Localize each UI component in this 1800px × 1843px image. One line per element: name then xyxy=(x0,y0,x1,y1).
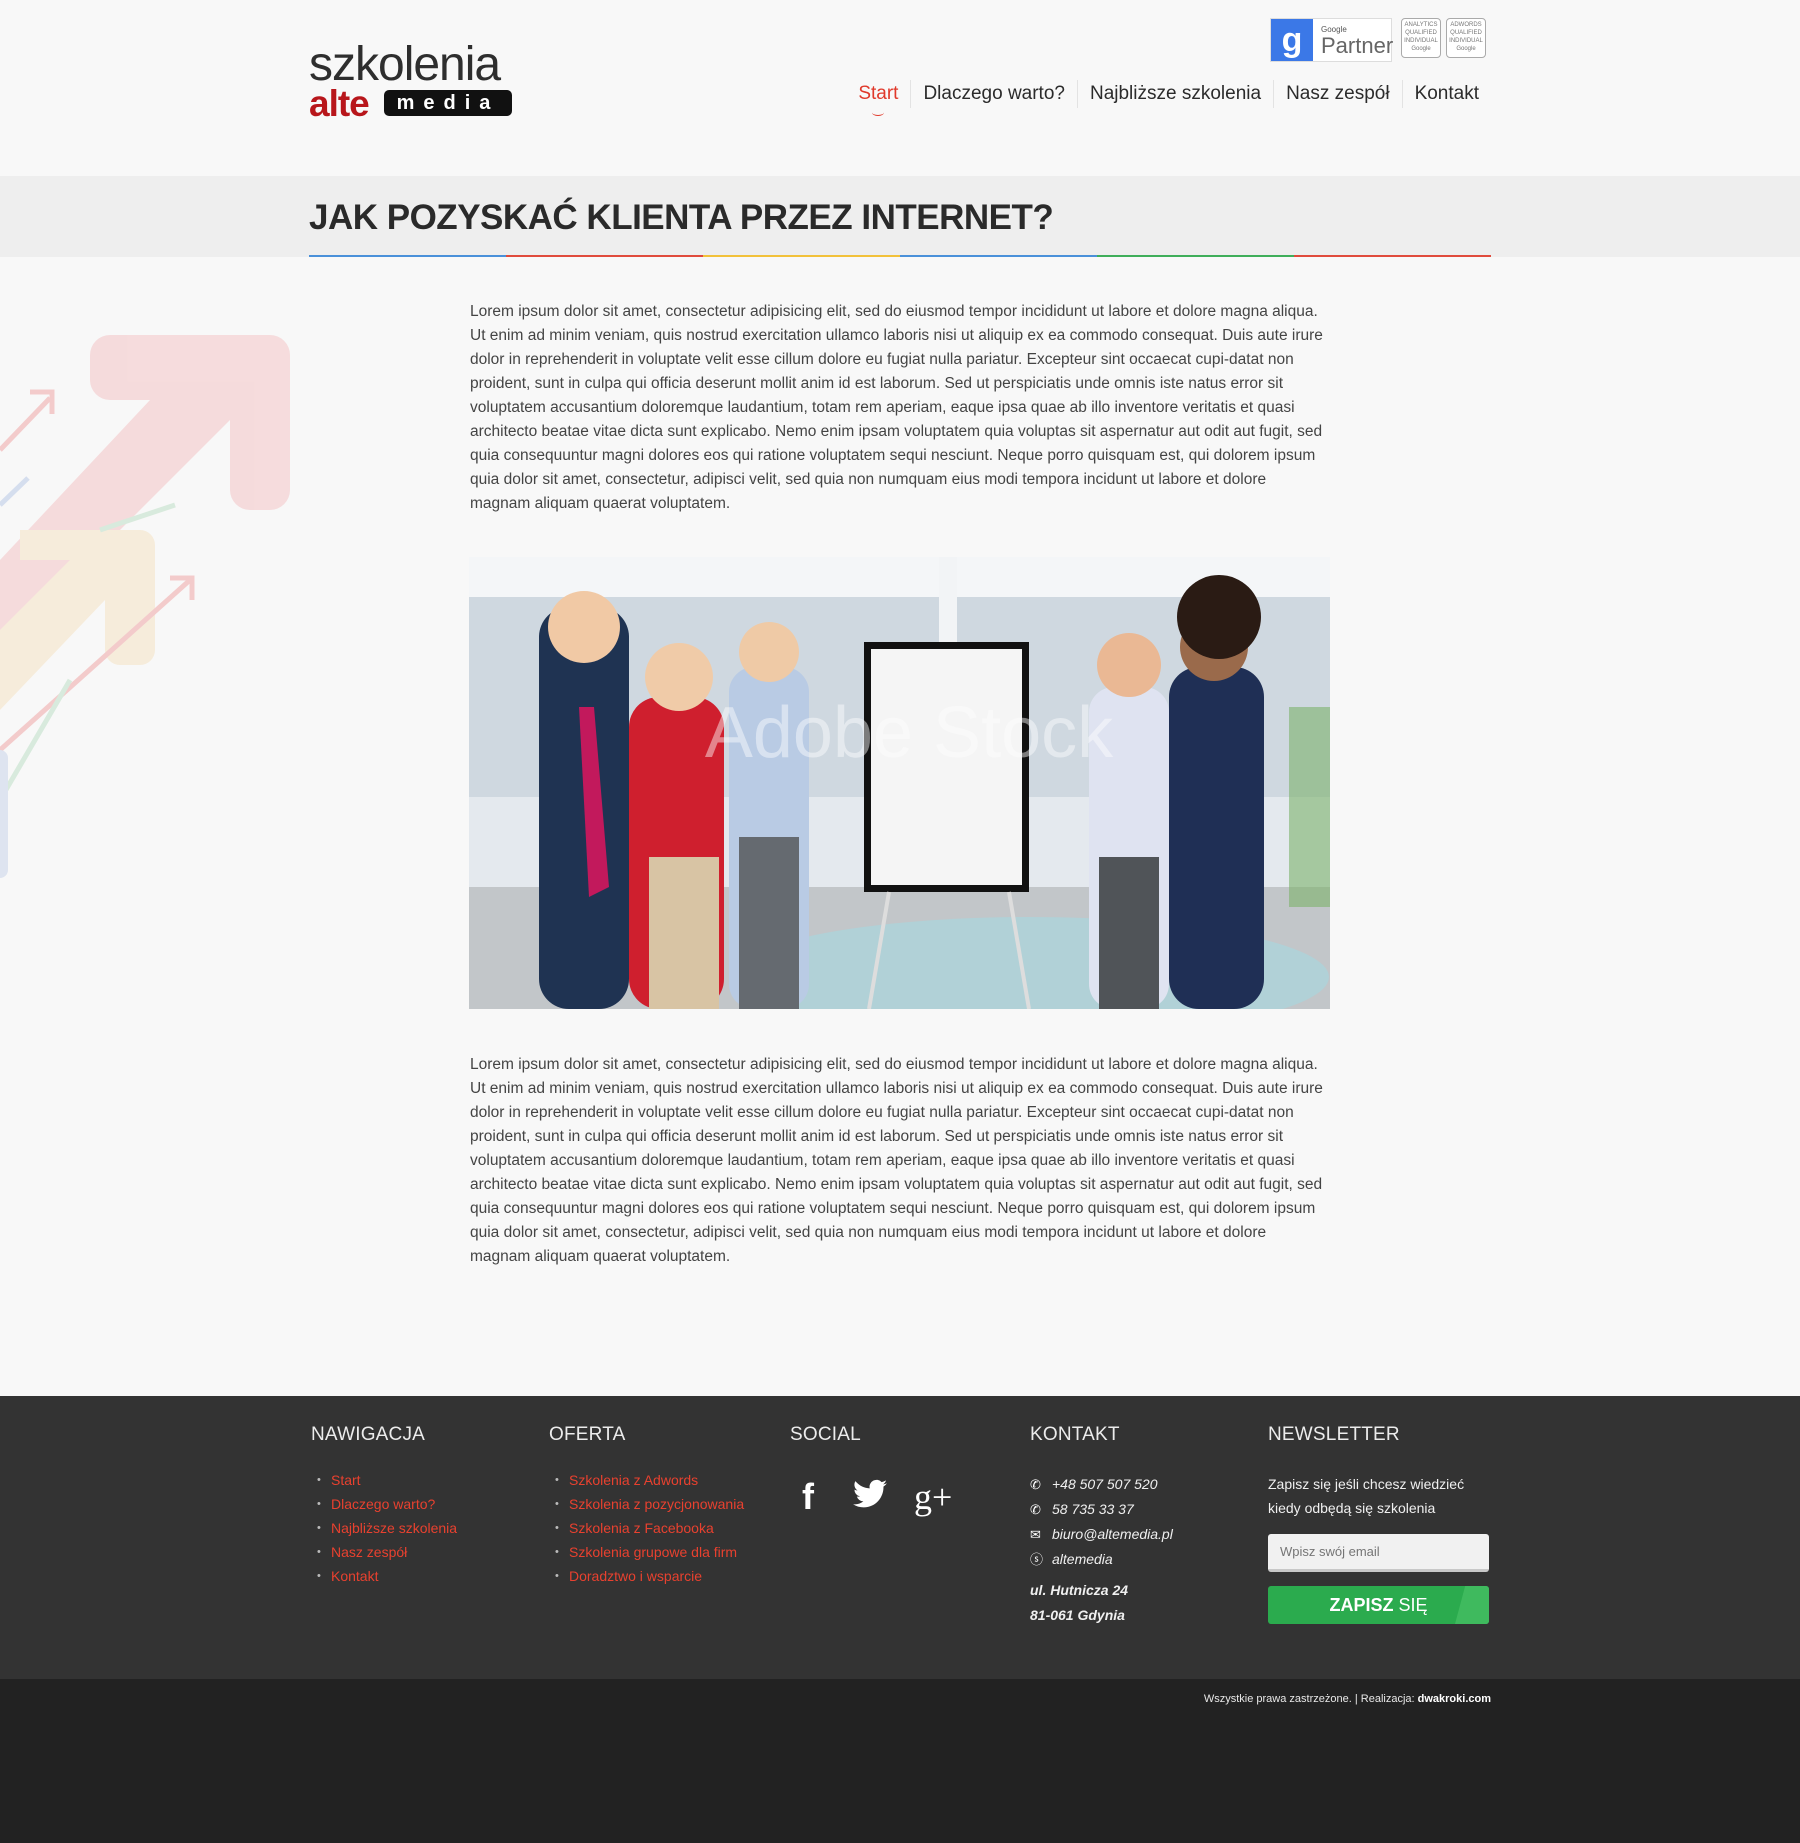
facebook-icon[interactable]: f xyxy=(790,1476,826,1518)
contact-skype[interactable]: ⓢ altemedia xyxy=(1030,1547,1173,1572)
content-paragraph-2: Lorem ipsum dolor sit amet, consectetur … xyxy=(470,1056,1323,1265)
newsletter-description: Zapisz się jeśli chcesz wiedzieć kiedy o… xyxy=(1268,1476,1465,1516)
realization-label: Realizacja: xyxy=(1360,1693,1415,1705)
contact-skype-text: altemedia xyxy=(1052,1551,1113,1567)
page-title: JAK POZYSKAĆ KLIENTA PRZEZ INTERNET? xyxy=(309,198,1054,237)
contact-phone-1[interactable]: ✆ +48 507 507 520 xyxy=(1030,1472,1173,1497)
nav-item-start[interactable]: Start xyxy=(846,80,910,116)
footer-offer-link-doradztwo[interactable]: Doradztwo i wsparcie xyxy=(549,1564,744,1588)
nav-item-nasz-zespol[interactable]: Nasz zespół xyxy=(1273,80,1402,108)
newsletter-email-input[interactable] xyxy=(1268,1534,1489,1572)
address-city: 81-061 Gdynia xyxy=(1030,1607,1125,1623)
article-photo: Adobe Stock xyxy=(469,557,1330,1009)
google-partner-badge[interactable]: g Google Partner xyxy=(1270,18,1394,62)
contact-phone-2-text: 58 735 33 37 xyxy=(1052,1501,1134,1517)
office-team-illustration: Adobe Stock xyxy=(469,557,1330,1009)
footer-offer-link-facebook[interactable]: Szkolenia z Facebooka xyxy=(549,1516,744,1540)
footer-offer-link-grupowe[interactable]: Szkolenia grupowe dla firm xyxy=(549,1540,744,1564)
footer-heading-nawigacja: NAWIGACJA xyxy=(311,1424,426,1445)
phone-icon: ✆ xyxy=(1030,1502,1041,1517)
footer-nav-link-dlaczego-warto[interactable]: Dlaczego warto? xyxy=(311,1492,457,1516)
realization-link[interactable]: dwakroki.com xyxy=(1418,1693,1491,1705)
subscribe-button-label: SIĘ xyxy=(1398,1595,1428,1615)
nav-item-dlaczego-warto[interactable]: Dlaczego warto? xyxy=(910,80,1077,108)
footer-contact-column: KONTAKT ✆ +48 507 507 520 ✆ 58 735 33 37 ✉… xyxy=(1030,1424,1173,1628)
page-title-band: JAK POZYSKAĆ KLIENTA PRZEZ INTERNET? xyxy=(0,176,1800,257)
address-street: ul. Hutnicza 24 xyxy=(1030,1582,1129,1598)
adwords-certificate-badge: ADWORDS QUALIFIED INDIVIDUAL Google xyxy=(1446,18,1486,58)
bottom-bar xyxy=(0,1679,1800,1843)
nav-item-najblizsze-szkolenia[interactable]: Najbliższe szkolenia xyxy=(1076,80,1273,108)
contact-phone-2[interactable]: ✆ 58 735 33 37 xyxy=(1030,1497,1173,1522)
decorative-arrows xyxy=(0,335,290,878)
footer-nav-link-start[interactable]: Start xyxy=(311,1468,457,1492)
phone-icon: ✆ xyxy=(1030,1477,1041,1492)
site-logo[interactable]: szkolenia alte media xyxy=(309,40,512,124)
subscribe-button-bold-label: ZAPISZ xyxy=(1329,1595,1394,1615)
footer-offer-link-adwords[interactable]: Szkolenia z Adwords xyxy=(549,1468,744,1492)
copyright-separator: | xyxy=(1354,1693,1358,1705)
newsletter-subscribe-button[interactable]: ZAPISZ SIĘ xyxy=(1268,1586,1489,1624)
envelope-icon: ✉ xyxy=(1030,1527,1041,1542)
logo-text-media: media xyxy=(384,90,512,116)
footer-navigation-column: NAWIGACJA Start Dlaczego warto? Najbliżs… xyxy=(311,1424,457,1588)
footer-heading-oferta: OFERTA xyxy=(549,1424,626,1445)
analytics-certificate-badge: ANALYTICS QUALIFIED INDIVIDUAL Google xyxy=(1401,18,1441,58)
footer-heading-social: SOCIAL xyxy=(790,1424,861,1445)
google-g-icon: g xyxy=(1271,19,1313,61)
contact-phone-1-text: +48 507 507 520 xyxy=(1052,1476,1158,1492)
footer-heading-newsletter: NEWSLETTER xyxy=(1268,1424,1400,1445)
footer-nav-link-najblizsze-szkolenia[interactable]: Najbliższe szkolenia xyxy=(311,1516,457,1540)
skype-icon: ⓢ xyxy=(1030,1552,1044,1567)
rainbow-divider xyxy=(309,255,1491,257)
google-plus-icon[interactable]: g+ xyxy=(914,1476,952,1518)
logo-text-alte: alte xyxy=(309,83,370,124)
footer-offer-link-pozycjonowanie[interactable]: Szkolenia z pozycjonowania xyxy=(549,1492,744,1516)
content-paragraph-1: Lorem ipsum dolor sit amet, consectetur … xyxy=(470,303,1323,512)
footer-nav-link-nasz-zespol[interactable]: Nasz zespół xyxy=(311,1540,457,1564)
contact-email-text: biuro@altemedia.pl xyxy=(1052,1526,1173,1542)
main-navigation: Start Dlaczego warto? Najbliższe szkolen… xyxy=(846,80,1491,116)
google-partner-text: Partner xyxy=(1321,33,1394,58)
contact-email[interactable]: ✉ biuro@altemedia.pl xyxy=(1030,1522,1173,1547)
footer-heading-kontakt: KONTAKT xyxy=(1030,1424,1120,1445)
footer-offer-column: OFERTA Szkolenia z Adwords Szkolenia z p… xyxy=(549,1424,744,1588)
copyright-line: Wszystkie prawa zastrzeżone. | Realizacj… xyxy=(1204,1693,1491,1705)
twitter-icon[interactable] xyxy=(852,1476,888,1518)
contact-address: ul. Hutnicza 24 81-061 Gdynia xyxy=(1030,1578,1173,1628)
footer-social-column: SOCIAL f g+ xyxy=(790,1424,952,1518)
footer-nav-link-kontakt[interactable]: Kontakt xyxy=(311,1564,457,1588)
footer-newsletter-column: NEWSLETTER Zapisz się jeśli chcesz wiedz… xyxy=(1268,1424,1489,1624)
nav-item-kontakt[interactable]: Kontakt xyxy=(1401,80,1491,108)
copyright-text: Wszystkie prawa zastrzeżone. xyxy=(1203,1693,1352,1705)
photo-watermark: Adobe Stock xyxy=(705,693,1114,773)
